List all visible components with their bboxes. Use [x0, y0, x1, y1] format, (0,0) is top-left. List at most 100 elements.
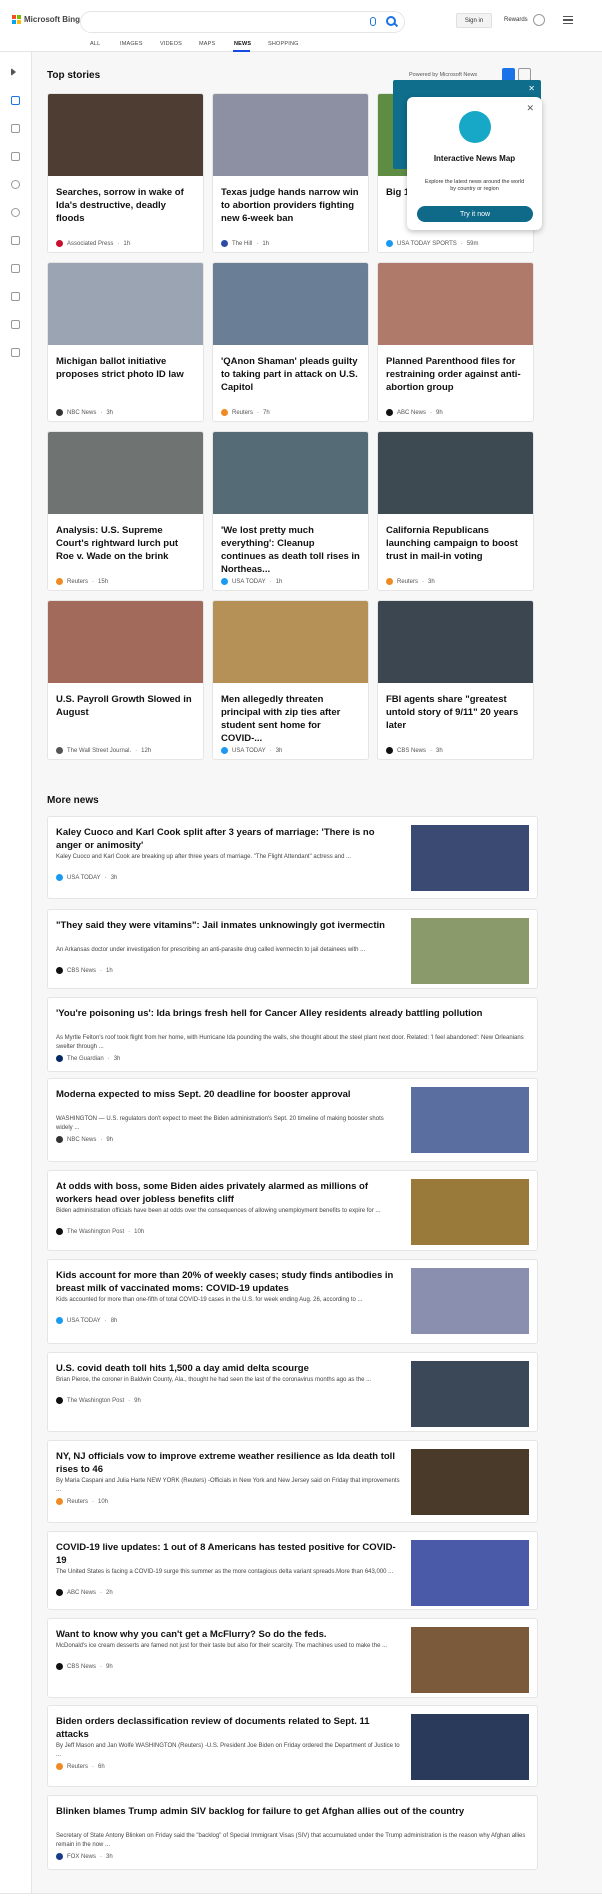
- news-title[interactable]: Moderna expected to miss Sept. 20 deadli…: [56, 1088, 401, 1101]
- globe-icon[interactable]: [11, 208, 20, 217]
- news-thumbnail[interactable]: [411, 825, 529, 891]
- story-title[interactable]: 'QAnon Shaman' pleads guilty to taking p…: [221, 355, 361, 394]
- story-title[interactable]: U.S. Payroll Growth Slowed in August: [56, 693, 196, 719]
- news-source: CBS News: [67, 967, 97, 974]
- entertainment-icon[interactable]: [11, 292, 20, 301]
- close-icon[interactable]: ✕: [528, 84, 535, 93]
- flag-icon[interactable]: [11, 152, 20, 161]
- story-title[interactable]: Searches, sorrow in wake of Ida's destru…: [56, 186, 196, 225]
- story-image[interactable]: [213, 601, 368, 683]
- sign-in-button[interactable]: Sign in: [456, 13, 492, 28]
- tab-videos[interactable]: VIDEOS: [160, 41, 182, 47]
- search-icon[interactable]: [386, 16, 396, 26]
- sports-icon[interactable]: [11, 348, 20, 357]
- story-card[interactable]: Planned Parenthood files for restraining…: [377, 262, 534, 422]
- microphone-icon[interactable]: [370, 17, 376, 26]
- rewards-trophy-icon[interactable]: [533, 14, 545, 26]
- story-card[interactable]: Michigan ballot initiative proposes stri…: [47, 262, 204, 422]
- story-title[interactable]: FBI agents share "greatest untold story …: [386, 693, 526, 732]
- news-title[interactable]: U.S. covid death toll hits 1,500 a day a…: [56, 1362, 401, 1375]
- news-title[interactable]: Kids account for more than 20% of weekly…: [56, 1269, 401, 1295]
- source-logo-icon: [56, 1498, 63, 1505]
- popup-title: Interactive News Map: [433, 154, 516, 163]
- story-image[interactable]: [48, 263, 203, 345]
- news-title[interactable]: Biden orders declassification review of …: [56, 1715, 401, 1741]
- news-thumbnail[interactable]: [411, 1714, 529, 1780]
- story-title[interactable]: Analysis: U.S. Supreme Court's rightward…: [56, 524, 196, 563]
- news-list-item[interactable]: Moderna expected to miss Sept. 20 deadli…: [47, 1078, 538, 1162]
- story-card[interactable]: Texas judge hands narrow win to abortion…: [212, 93, 369, 253]
- home-icon[interactable]: [11, 96, 20, 105]
- story-image[interactable]: [48, 601, 203, 683]
- story-card[interactable]: 'QAnon Shaman' pleads guilty to taking p…: [212, 262, 369, 422]
- story-card[interactable]: U.S. Payroll Growth Slowed in August The …: [47, 600, 204, 760]
- news-thumbnail[interactable]: [411, 1268, 529, 1334]
- news-title[interactable]: "They said they were vitamins": Jail inm…: [56, 919, 401, 932]
- story-image[interactable]: [48, 94, 203, 176]
- popup-close-icon[interactable]: ✕: [526, 103, 534, 114]
- news-title[interactable]: Want to know why you can't get a McFlurr…: [56, 1628, 401, 1641]
- news-list-item[interactable]: At odds with boss, some Biden aides priv…: [47, 1170, 538, 1251]
- news-title[interactable]: 'You're poisoning us': Ida brings fresh …: [56, 1007, 526, 1020]
- news-thumbnail[interactable]: [411, 918, 529, 984]
- story-title[interactable]: Michigan ballot initiative proposes stri…: [56, 355, 196, 381]
- story-source: USA TODAY: [232, 578, 266, 585]
- try-it-now-button[interactable]: Try it now: [417, 206, 533, 222]
- news-list-item[interactable]: Want to know why you can't get a McFlurr…: [47, 1618, 538, 1698]
- tab-all[interactable]: ALL: [90, 41, 100, 47]
- story-card[interactable]: Searches, sorrow in wake of Ida's destru…: [47, 93, 204, 253]
- news-title[interactable]: COVID-19 live updates: 1 out of 8 Americ…: [56, 1541, 401, 1567]
- tab-news[interactable]: NEWS: [234, 41, 251, 47]
- news-list-item[interactable]: "They said they were vitamins": Jail inm…: [47, 909, 538, 989]
- coronavirus-icon[interactable]: [11, 124, 20, 133]
- story-card[interactable]: Men allegedly threaten principal with zi…: [212, 600, 369, 760]
- expand-rail-icon[interactable]: [11, 68, 16, 76]
- story-image[interactable]: [213, 432, 368, 514]
- tab-shopping[interactable]: SHOPPING: [268, 41, 299, 47]
- news-thumbnail[interactable]: [411, 1540, 529, 1606]
- news-list-item[interactable]: Blinken blames Trump admin SIV backlog f…: [47, 1795, 538, 1870]
- news-title[interactable]: NY, NJ officials vow to improve extreme …: [56, 1450, 401, 1476]
- search-input[interactable]: [80, 11, 405, 33]
- story-image[interactable]: [213, 263, 368, 345]
- story-image[interactable]: [213, 94, 368, 176]
- story-image[interactable]: [378, 432, 533, 514]
- rewards-link[interactable]: Rewards: [504, 17, 528, 23]
- technology-icon[interactable]: [11, 264, 20, 273]
- news-thumbnail[interactable]: [411, 1627, 529, 1693]
- story-title[interactable]: Planned Parenthood files for restraining…: [386, 355, 526, 394]
- news-list-item[interactable]: Kaley Cuoco and Karl Cook split after 3 …: [47, 816, 538, 899]
- news-list-item[interactable]: Kids account for more than 20% of weekly…: [47, 1259, 538, 1344]
- news-list-item[interactable]: 'You're poisoning us': Ida brings fresh …: [47, 997, 538, 1072]
- bing-logo[interactable]: Microsoft Bing: [12, 15, 80, 24]
- news-list-item[interactable]: U.S. covid death toll hits 1,500 a day a…: [47, 1352, 538, 1432]
- story-card[interactable]: FBI agents share "greatest untold story …: [377, 600, 534, 760]
- news-thumbnail[interactable]: [411, 1087, 529, 1153]
- news-list-item[interactable]: COVID-19 live updates: 1 out of 8 Americ…: [47, 1531, 538, 1610]
- story-title[interactable]: Texas judge hands narrow win to abortion…: [221, 186, 361, 225]
- news-list-item[interactable]: NY, NJ officials vow to improve extreme …: [47, 1440, 538, 1523]
- tab-maps[interactable]: MAPS: [199, 41, 215, 47]
- business-icon[interactable]: [11, 236, 20, 245]
- location-icon[interactable]: [11, 180, 20, 189]
- tab-images[interactable]: IMAGES: [120, 41, 143, 47]
- story-image[interactable]: [378, 601, 533, 683]
- story-source: NBC News: [67, 409, 97, 416]
- news-title[interactable]: Blinken blames Trump admin SIV backlog f…: [56, 1805, 526, 1818]
- news-thumbnail[interactable]: [411, 1179, 529, 1245]
- story-card[interactable]: Analysis: U.S. Supreme Court's rightward…: [47, 431, 204, 591]
- politics-icon[interactable]: [11, 320, 20, 329]
- news-title[interactable]: Kaley Cuoco and Karl Cook split after 3 …: [56, 826, 401, 852]
- story-title[interactable]: California Republicans launching campaig…: [386, 524, 526, 563]
- news-thumbnail[interactable]: [411, 1361, 529, 1427]
- story-title[interactable]: 'We lost pretty much everything': Cleanu…: [221, 524, 361, 576]
- hamburger-menu-icon[interactable]: [563, 16, 573, 24]
- story-title[interactable]: Men allegedly threaten principal with zi…: [221, 693, 361, 745]
- story-card[interactable]: California Republicans launching campaig…: [377, 431, 534, 591]
- story-image[interactable]: [48, 432, 203, 514]
- story-card[interactable]: 'We lost pretty much everything': Cleanu…: [212, 431, 369, 591]
- news-thumbnail[interactable]: [411, 1449, 529, 1515]
- story-image[interactable]: [378, 263, 533, 345]
- news-title[interactable]: At odds with boss, some Biden aides priv…: [56, 1180, 401, 1206]
- news-list-item[interactable]: Biden orders declassification review of …: [47, 1705, 538, 1787]
